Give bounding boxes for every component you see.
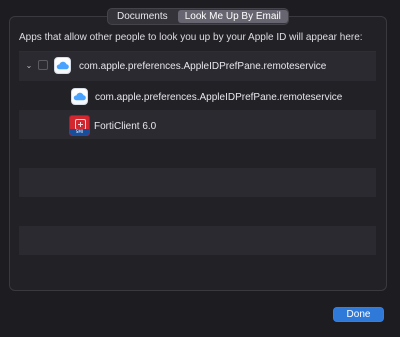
list-item-label: com.apple.preferences.AppleIDPrefPane.re… <box>95 92 343 103</box>
list-item-child[interactable]: SMI FortiClient 6.0 <box>19 110 376 139</box>
empty-list-row <box>19 255 376 284</box>
icloud-icon <box>54 57 71 74</box>
empty-list-row <box>19 197 376 226</box>
allow-checkbox[interactable] <box>38 60 48 70</box>
apps-list: ⌄ com.apple.preferences.AppleIDPrefPane.… <box>19 51 376 287</box>
tab-look-me-up-by-email[interactable]: Look Me Up By Email <box>177 10 288 23</box>
description-text: Apps that allow other people to look you… <box>19 32 363 43</box>
list-item-group[interactable]: ⌄ com.apple.preferences.AppleIDPrefPane.… <box>19 52 376 81</box>
done-button[interactable]: Done <box>333 307 384 322</box>
forticlient-badge: SMI <box>70 129 89 135</box>
list-item-child[interactable]: com.apple.preferences.AppleIDPrefPane.re… <box>19 81 376 110</box>
empty-list-row <box>19 168 376 197</box>
forticlient-icon: SMI <box>69 115 90 136</box>
sharing-options-window: Documents Look Me Up By Email Apps that … <box>0 0 400 337</box>
chevron-down-icon[interactable]: ⌄ <box>25 62 33 70</box>
icloud-icon <box>71 88 88 105</box>
tab-documents[interactable]: Documents <box>108 9 177 24</box>
list-item-label: FortiClient 6.0 <box>94 121 157 132</box>
empty-list-row <box>19 226 376 255</box>
tab-segmented-control[interactable]: Documents Look Me Up By Email <box>107 8 289 25</box>
empty-list-row <box>19 139 376 168</box>
list-item-label: com.apple.preferences.AppleIDPrefPane.re… <box>79 61 327 72</box>
